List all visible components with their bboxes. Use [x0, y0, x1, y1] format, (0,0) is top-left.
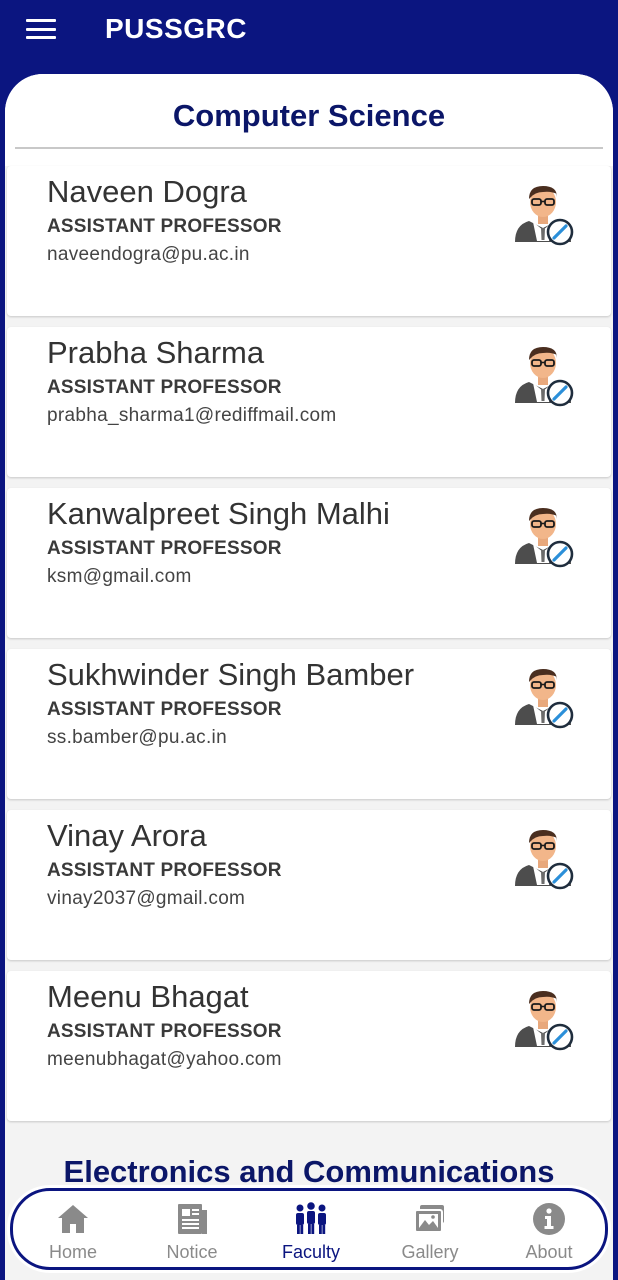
faculty-designation: ASSISTANT PROFESSOR: [47, 1021, 282, 1042]
content-panel[interactable]: Computer Science Naveen Dogra ASSISTANT …: [5, 74, 613, 1280]
faculty-name: Sukhwinder Singh Bamber: [47, 657, 415, 692]
gallery-icon: [414, 1205, 444, 1233]
bottom-navigation: Home Notice Faculty Gallery About: [10, 1188, 608, 1270]
nav-notice[interactable]: Notice: [133, 1191, 251, 1267]
faculty-designation: ASSISTANT PROFESSOR: [47, 377, 282, 398]
department-title: Computer Science: [172, 98, 446, 133]
newspaper-icon: [178, 1204, 207, 1234]
app-bar: PUSSGRC: [0, 0, 618, 72]
professor-avatar-icon: [507, 341, 579, 413]
nav-faculty[interactable]: Faculty: [252, 1191, 370, 1267]
nav-label: Notice: [166, 1242, 218, 1262]
professor-avatar-icon: [507, 985, 579, 1057]
faculty-card[interactable]: Kanwalpreet Singh Malhi ASSISTANT PROFES…: [7, 488, 611, 638]
faculty-card[interactable]: Meenu Bhagat ASSISTANT PROFESSOR meenubh…: [7, 971, 611, 1121]
nav-gallery[interactable]: Gallery: [371, 1191, 489, 1267]
home-icon: [58, 1205, 88, 1233]
professor-avatar-icon: [507, 824, 579, 896]
nav-label: Faculty: [281, 1242, 341, 1262]
nav-about[interactable]: About: [490, 1191, 608, 1267]
professor-avatar-icon: [507, 180, 579, 252]
app-title: PUSSGRC: [105, 13, 247, 44]
faculty-designation: ASSISTANT PROFESSOR: [47, 860, 282, 881]
professor-avatar-icon: [507, 663, 579, 735]
faculty-email[interactable]: naveendogra@pu.ac.in: [47, 244, 250, 266]
nav-home[interactable]: Home: [14, 1191, 132, 1267]
faculty-name: Kanwalpreet Singh Malhi: [47, 496, 390, 531]
professor-avatar-icon: [507, 502, 579, 574]
faculty-name: Naveen Dogra: [47, 174, 247, 209]
faculty-card[interactable]: Vinay Arora ASSISTANT PROFESSOR vinay203…: [7, 810, 611, 960]
nav-label: Gallery: [401, 1242, 459, 1262]
menu-icon[interactable]: [26, 17, 56, 41]
divider: [15, 147, 603, 149]
faculty-designation: ASSISTANT PROFESSOR: [47, 699, 282, 720]
faculty-name: Prabha Sharma: [47, 335, 265, 370]
faculty-email[interactable]: prabha_sharma1@rediffmail.com: [47, 405, 337, 427]
info-icon: [533, 1203, 565, 1235]
nav-label: Home: [48, 1242, 97, 1262]
faculty-card[interactable]: Naveen Dogra ASSISTANT PROFESSOR naveend…: [7, 166, 611, 316]
faculty-card[interactable]: Sukhwinder Singh Bamber ASSISTANT PROFES…: [7, 649, 611, 799]
faculty-name: Meenu Bhagat: [47, 979, 249, 1014]
department-header: Computer Science: [5, 74, 613, 166]
department-title: Electronics and Communications: [63, 1154, 555, 1189]
faculty-designation: ASSISTANT PROFESSOR: [47, 216, 282, 237]
faculty-name: Vinay Arora: [47, 818, 207, 853]
faculty-designation: ASSISTANT PROFESSOR: [47, 538, 282, 559]
faculty-email[interactable]: ksm@gmail.com: [47, 566, 192, 588]
people-icon: [296, 1202, 326, 1234]
nav-label: About: [525, 1242, 573, 1262]
faculty-email[interactable]: vinay2037@gmail.com: [47, 888, 245, 910]
faculty-email[interactable]: ss.bamber@pu.ac.in: [47, 727, 227, 749]
faculty-card[interactable]: Prabha Sharma ASSISTANT PROFESSOR prabha…: [7, 327, 611, 477]
faculty-email[interactable]: meenubhagat@yahoo.com: [47, 1049, 282, 1071]
